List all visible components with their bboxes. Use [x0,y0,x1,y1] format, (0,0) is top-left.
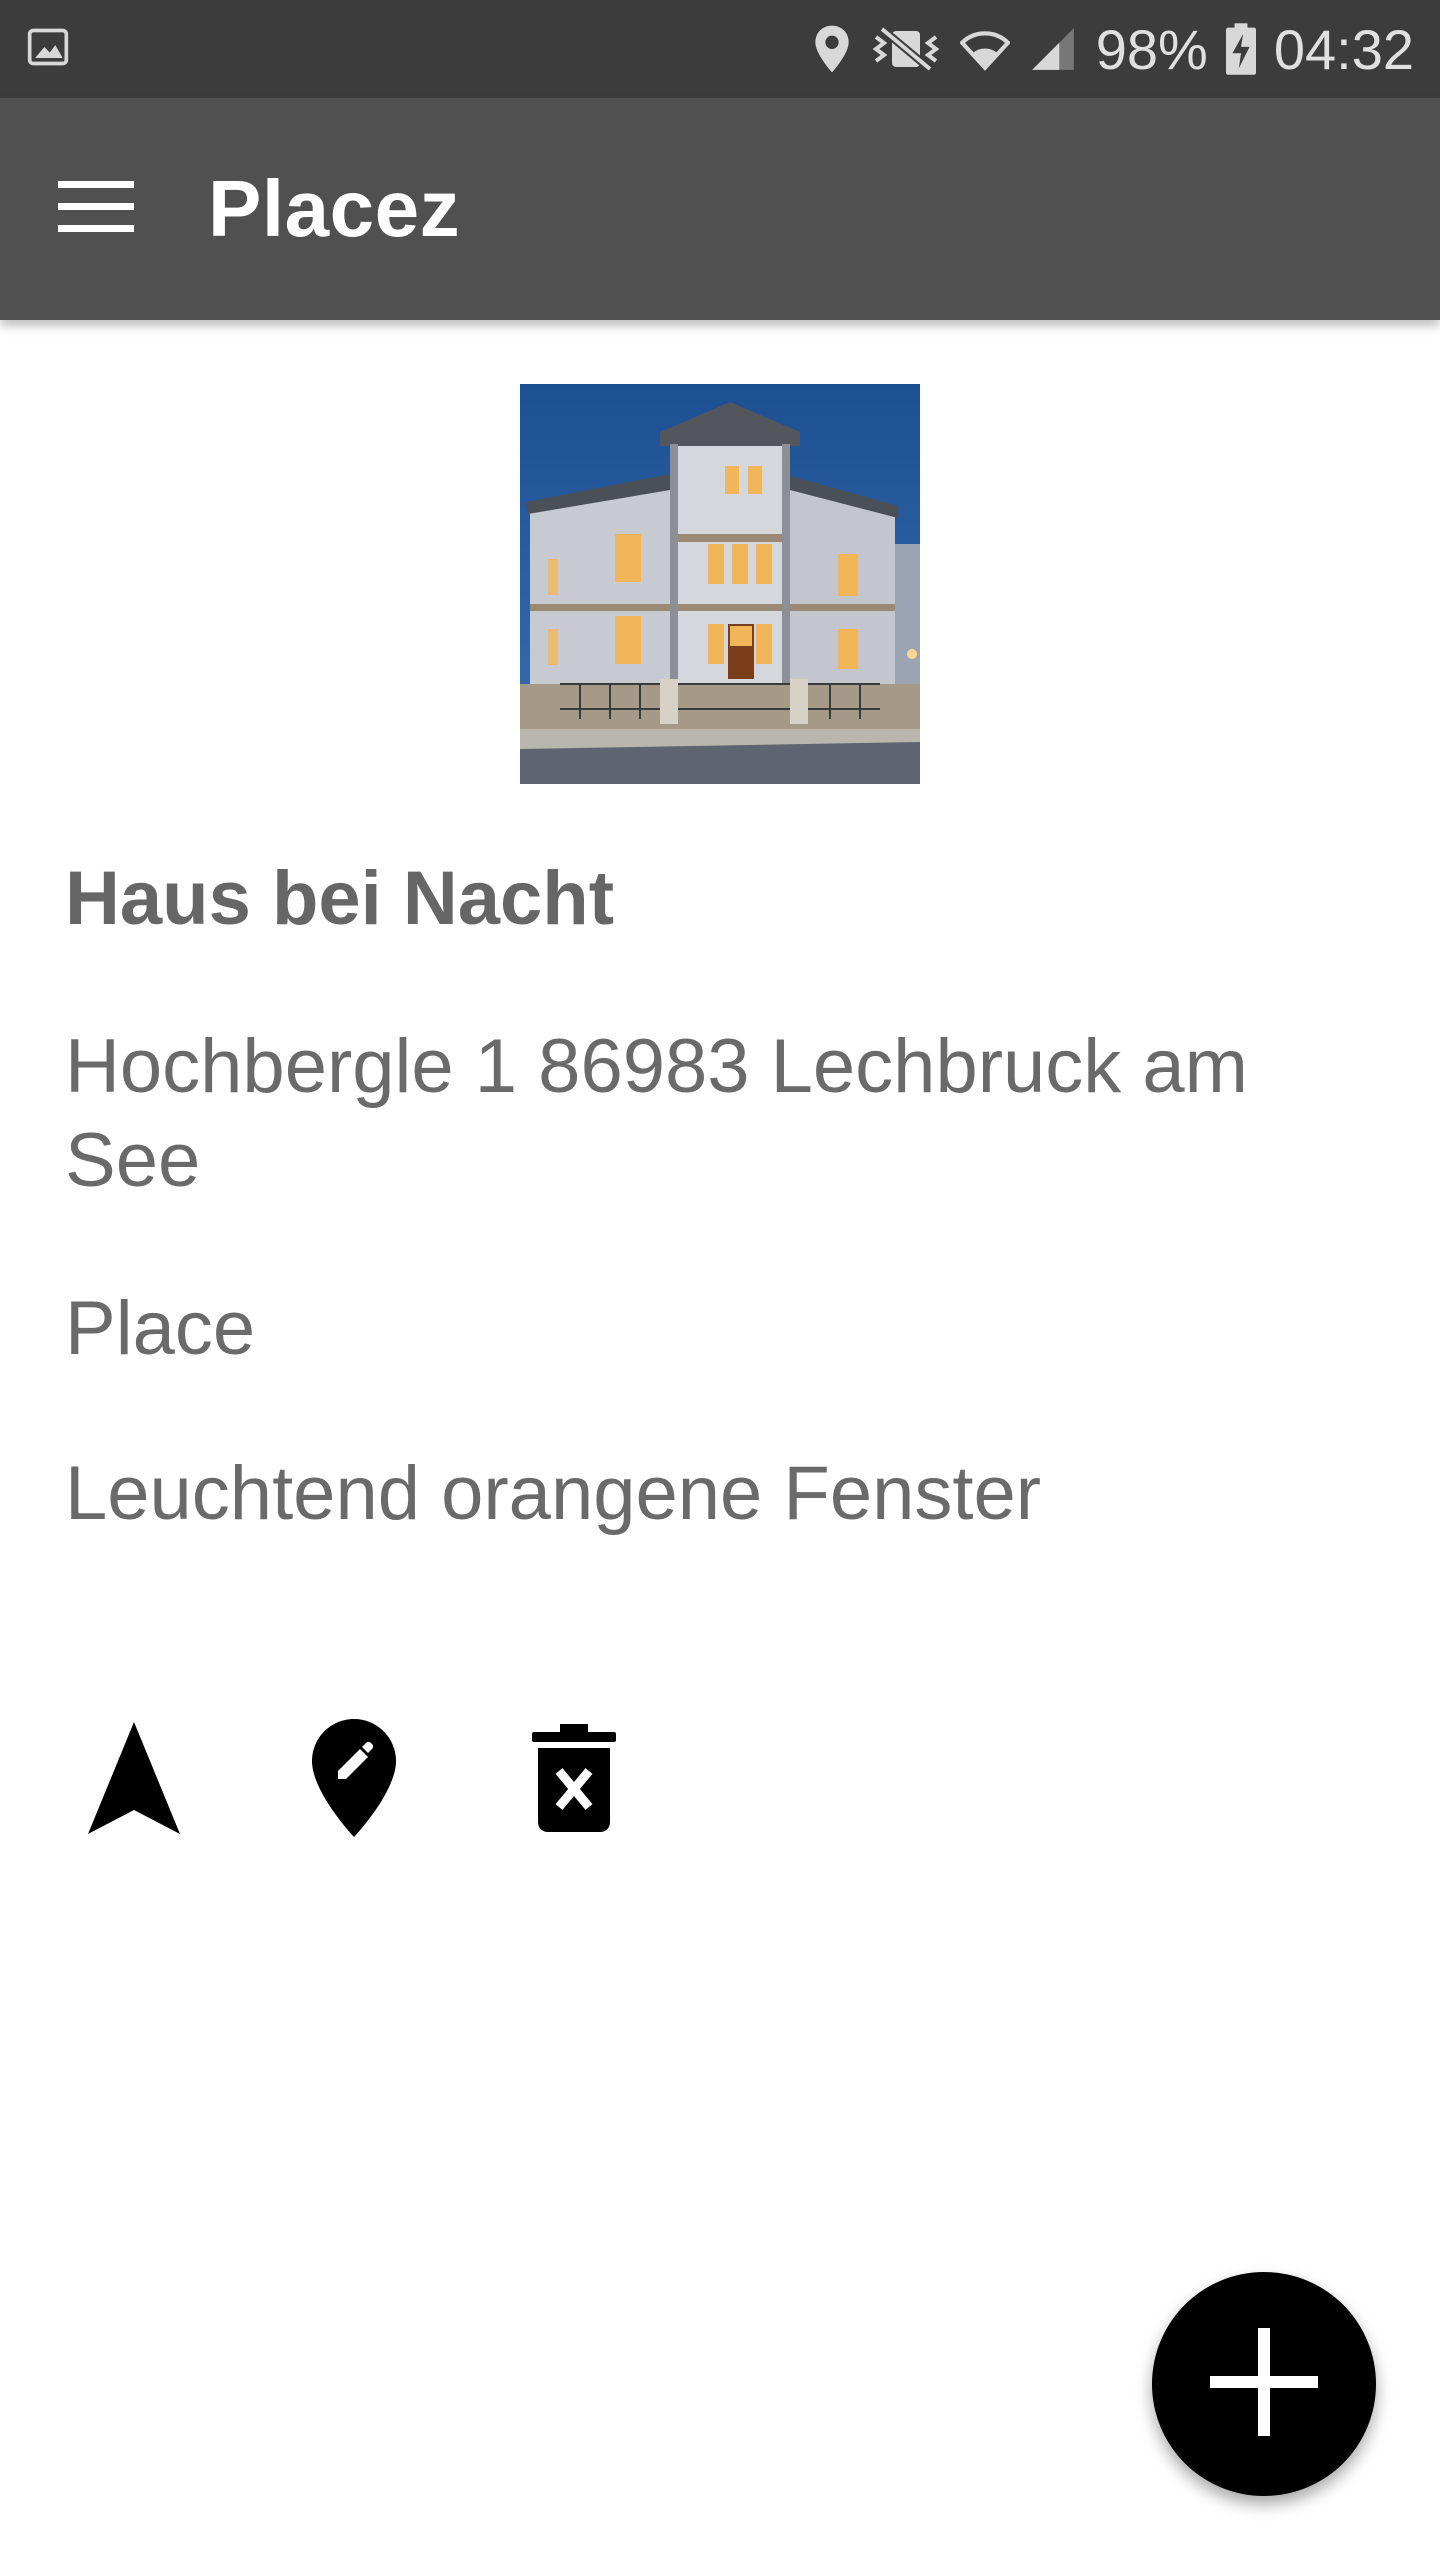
battery-percent: 98% [1095,17,1208,81]
clock: 04:32 [1273,17,1414,81]
hamburger-menu-icon [58,179,134,240]
location-icon [812,23,852,75]
place-detail-screen: 98% 04:32 Placez Haus bei Nacht Hochberg… [0,0,1440,2560]
delete-button[interactable] [494,1700,654,1860]
app-title: Placez [208,164,461,253]
plus-icon [1210,2327,1318,2441]
battery-charging-icon [1225,23,1256,75]
place-type: Place [65,1286,256,1371]
menu-button[interactable] [48,161,144,257]
signal-icon [1028,24,1078,74]
navigate-button[interactable] [54,1700,214,1860]
action-row [0,1700,1440,1860]
status-bar: 98% 04:32 [0,0,1440,98]
gallery-icon [26,25,70,74]
place-name: Haus bei Nacht [65,856,615,941]
place-photo [520,384,920,784]
navigation-arrow-icon [88,1721,180,1839]
app-bar: Placez [0,98,1440,320]
delete-forever-icon [532,1723,616,1837]
edit-location-button[interactable] [274,1700,434,1860]
place-description: Leuchtend orangene Fenster [65,1451,1042,1536]
edit-location-icon [312,1718,396,1842]
mute-vibrate-icon [870,25,942,73]
place-address: Hochbergle 1 86983 Lechbruck am See [65,1024,1248,1203]
wifi-icon [959,24,1010,74]
add-place-fab[interactable] [1152,2272,1376,2496]
